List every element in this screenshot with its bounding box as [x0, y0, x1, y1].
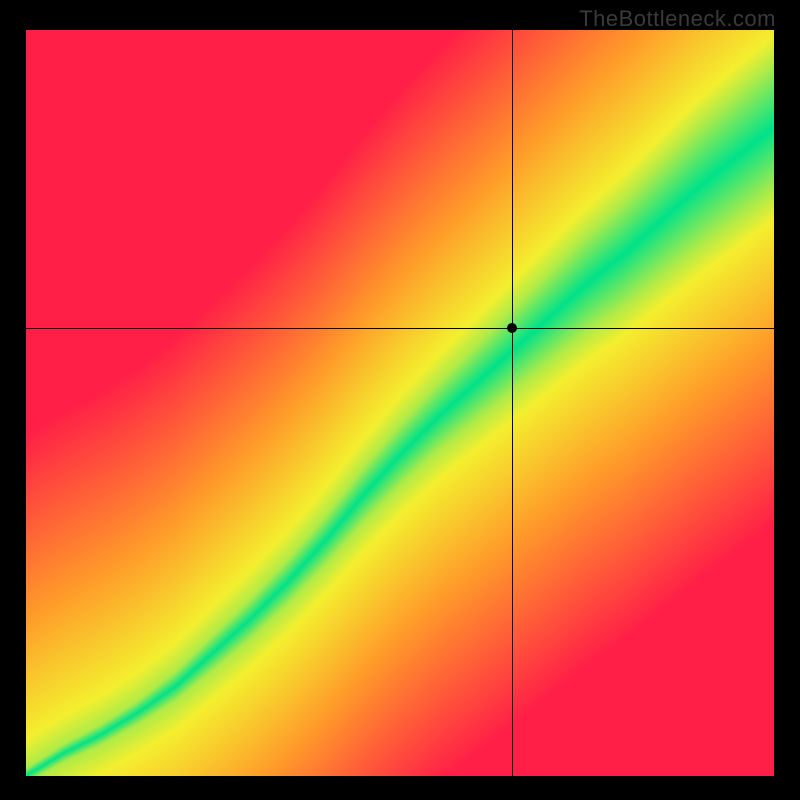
crosshair-horizontal — [26, 328, 774, 329]
attribution-text: TheBottleneck.com — [579, 6, 776, 32]
bottleneck-heatmap — [26, 30, 774, 776]
plot-area — [26, 30, 774, 776]
chart-root: TheBottleneck.com — [0, 0, 800, 800]
crosshair-vertical — [512, 30, 513, 776]
